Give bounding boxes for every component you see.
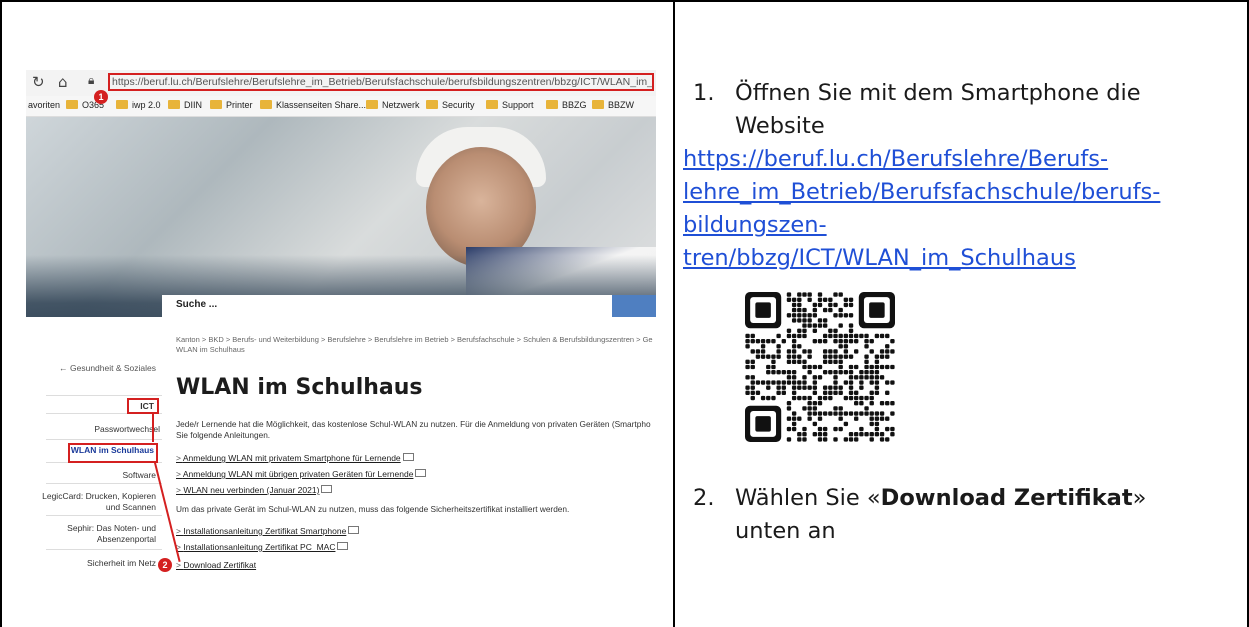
pdf-icon <box>415 469 427 477</box>
website-link-line[interactable]: tren/bbzg/ICT/WLAN_im_Schulhaus <box>683 242 1076 275</box>
website-link-line[interactable]: bildungszen- <box>683 209 827 242</box>
folder-icon <box>210 100 222 109</box>
table-column-divider <box>673 0 675 627</box>
folder-icon <box>66 100 78 109</box>
favorite-item[interactable]: BBZW <box>592 100 634 110</box>
browser-address-bar: ↻ ⌂ 🔒︎ https://beruf.lu.ch/Berufslehre/B… <box>26 70 656 97</box>
favorite-item[interactable]: iwp 2.0 <box>116 100 161 110</box>
pdf-icon <box>337 542 349 550</box>
folder-icon <box>592 100 604 109</box>
nav-item-sephir[interactable]: Sephir: Das Noten- und Absenzenportal <box>56 523 156 545</box>
nav-item-legiccard[interactable]: LegicCard: Drucken, Kopieren und Scannen <box>36 491 156 513</box>
nav-divider <box>46 483 162 484</box>
nav-divider <box>46 515 162 516</box>
folder-icon <box>366 100 378 109</box>
step2-number: 2. <box>693 485 715 511</box>
site-search-bar[interactable]: Suche ... <box>162 295 656 318</box>
step2-text: Wählen Sie «Download Zertifikat» <box>735 485 1147 511</box>
page-title: WLAN im Schulhaus <box>176 375 423 400</box>
link-smartphone-guide[interactable]: Anmeldung WLAN mit privatem Smartphone f… <box>176 453 414 463</box>
pdf-icon <box>348 526 360 534</box>
folder-icon <box>426 100 438 109</box>
pdf-icon <box>321 485 333 493</box>
step1-number: 1. <box>693 80 715 106</box>
nav-item-passwortwechsel[interactable]: Passwortwechsel <box>94 424 160 435</box>
link-cert-pc-mac[interactable]: Installationsanleitung Zertifikat PC_MAC <box>176 542 349 552</box>
folder-icon <box>116 100 128 109</box>
folder-icon <box>168 100 180 109</box>
website-link-line[interactable]: lehre_im_Betrieb/Berufsfachschule/berufs… <box>683 176 1160 209</box>
step-badge-1: 1 <box>94 90 108 104</box>
search-button[interactable] <box>612 295 656 317</box>
nav-item-software[interactable]: Software <box>122 470 156 481</box>
step1-text: Öffnen Sie mit dem Smartphone die <box>735 80 1141 106</box>
red-arrow <box>152 414 154 442</box>
website-link-line[interactable]: https://beruf.lu.ch/Berufslehre/Berufs- <box>683 143 1108 176</box>
favorite-item[interactable]: avoriten <box>28 100 60 110</box>
favorite-item[interactable]: Security <box>426 100 475 110</box>
nav-divider <box>46 549 162 550</box>
favorite-item[interactable]: Support <box>486 100 534 110</box>
qr-code[interactable] <box>745 292 895 442</box>
favorite-item[interactable]: BBZG <box>546 100 587 110</box>
pdf-icon <box>402 453 414 461</box>
favorite-item[interactable]: DIIN <box>168 100 202 110</box>
ict-highlight-box <box>127 398 159 414</box>
link-reconnect-guide[interactable]: WLAN neu verbinden (Januar 2021) <box>176 485 333 495</box>
step2-text-line2: unten an <box>735 518 836 544</box>
browser-screenshot: ↻ ⌂ 🔒︎ https://beruf.lu.ch/Berufslehre/B… <box>26 70 656 580</box>
nav-divider <box>46 395 162 396</box>
page-content: Kanton > BKD > Berufs- und Weiterbildung… <box>162 317 656 580</box>
favorites-bar: avoriten O365 iwp 2.0 DIIN Printer Klass… <box>26 96 656 117</box>
folder-icon <box>486 100 498 109</box>
home-icon[interactable]: ⌂ <box>58 73 68 91</box>
step-badge-2: 2 <box>158 558 172 572</box>
favorite-item[interactable]: Printer <box>210 100 253 110</box>
folder-icon <box>546 100 558 109</box>
favorite-item[interactable]: Klassenseiten Share... <box>260 100 366 110</box>
nav-divider <box>46 439 162 440</box>
favorite-item[interactable]: Netzwerk <box>366 100 420 110</box>
reload-icon[interactable]: ↻ <box>32 73 45 91</box>
url-field[interactable]: https://beruf.lu.ch/Berufslehre/Berufsle… <box>108 73 654 91</box>
link-other-devices-guide[interactable]: Anmeldung WLAN mit übrigen privaten Gerä… <box>176 469 427 479</box>
step1-text-line2: Website <box>735 113 825 139</box>
breadcrumb[interactable]: Kanton > BKD > Berufs- und Weiterbildung… <box>176 335 654 355</box>
wlan-highlight-box <box>68 443 158 463</box>
link-cert-smartphone[interactable]: Installationsanleitung Zertifikat Smartp… <box>176 526 360 536</box>
link-download-certificate[interactable]: Download Zertifikat <box>176 560 256 570</box>
table-top-border <box>0 0 1249 2</box>
intro-text: Jede/r Lernende hat die Möglichkeit, das… <box>176 419 651 440</box>
nav-item-sicherheit[interactable]: Sicherheit im Netz <box>87 558 156 569</box>
lock-icon: 🔒︎ <box>88 73 95 87</box>
table-left-border <box>0 0 2 627</box>
back-link[interactable]: ← Gesundheit & Soziales <box>59 363 156 374</box>
certificate-text: Um das private Gerät im Schul-WLAN zu nu… <box>176 504 570 514</box>
search-placeholder: Suche ... <box>176 299 218 310</box>
folder-icon <box>260 100 272 109</box>
